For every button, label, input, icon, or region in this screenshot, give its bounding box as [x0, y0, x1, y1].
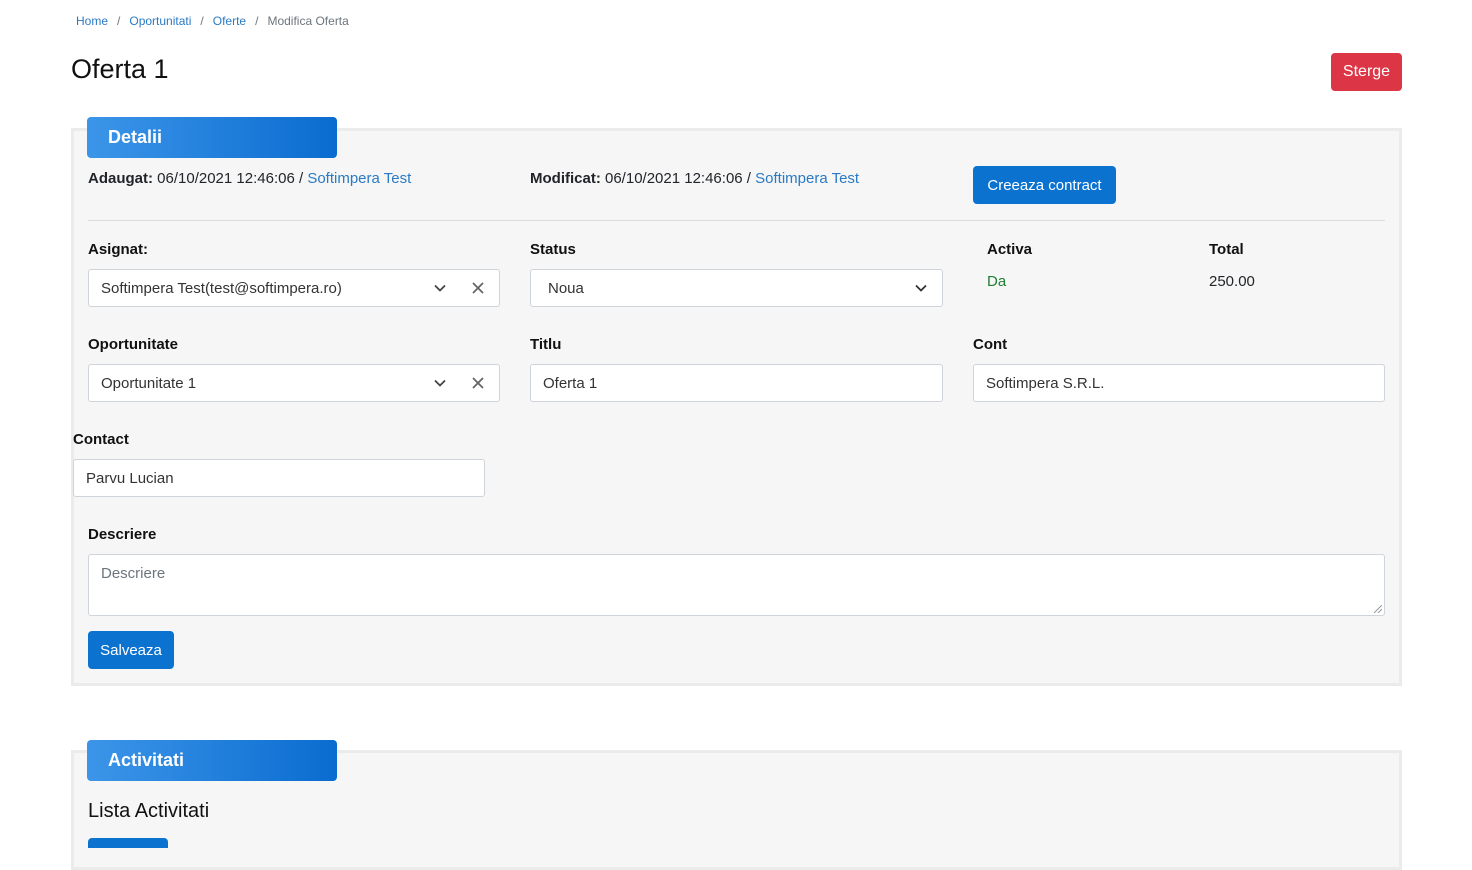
status-value: Noua — [548, 279, 584, 297]
breadcrumb: Home / Oportunitati / Oferte / Modifica … — [76, 14, 349, 28]
create-contract-button[interactable]: Creeaza contract — [973, 166, 1116, 204]
save-button[interactable]: Salveaza — [88, 631, 174, 669]
added-label: Adaugat: — [88, 170, 153, 187]
opportunity-label: Oportunitate — [88, 336, 178, 353]
description-label: Descriere — [88, 526, 157, 543]
chevron-down-icon — [912, 279, 930, 297]
assigned-label: Asignat: — [88, 241, 148, 258]
breadcrumb-separator: / — [117, 14, 121, 28]
account-input-value: Softimpera S.R.L. — [986, 374, 1105, 392]
delete-button[interactable]: Sterge — [1331, 53, 1402, 91]
breadcrumb-home[interactable]: Home — [76, 14, 108, 28]
status-label: Status — [530, 241, 576, 258]
assigned-value: Softimpera Test(test@softimpera.ro) — [101, 279, 342, 297]
breadcrumb-current: Modifica Oferta — [267, 14, 349, 28]
activities-header: Activitati — [87, 740, 337, 781]
title-input[interactable]: Oferta 1 — [530, 364, 943, 402]
resize-grip-icon[interactable] — [1374, 605, 1382, 613]
added-user-link[interactable]: Softimpera Test — [307, 170, 411, 187]
breadcrumb-separator: / — [200, 14, 204, 28]
page-title: Oferta 1 — [71, 54, 169, 84]
opportunity-select[interactable]: Oportunitate 1 — [88, 364, 500, 402]
opportunity-value: Oportunitate 1 — [101, 374, 197, 392]
total-label: Total — [1209, 241, 1244, 258]
chevron-down-icon[interactable] — [431, 279, 449, 297]
breadcrumb-oferte[interactable]: Oferte — [213, 14, 246, 28]
chevron-down-icon[interactable] — [431, 374, 449, 392]
contact-input[interactable]: Parvu Lucian — [73, 459, 485, 497]
details-header: Detalii — [87, 117, 337, 158]
added-value: 06/10/2021 12:46:06 / — [157, 170, 304, 187]
modified-value: 06/10/2021 12:46:06 / — [605, 170, 751, 187]
modified-user-link[interactable]: Softimpera Test — [755, 170, 859, 187]
active-label: Activa — [987, 241, 1033, 258]
clear-icon[interactable] — [469, 279, 487, 297]
assigned-select[interactable]: Softimpera Test(test@softimpera.ro) — [88, 269, 500, 307]
description-placeholder: Descriere — [101, 565, 166, 582]
description-textarea[interactable]: Descriere — [88, 554, 1385, 616]
contact-label: Contact — [73, 431, 129, 448]
clear-icon[interactable] — [469, 374, 487, 392]
activities-list-title: Lista Activitati — [88, 800, 210, 822]
breadcrumb-oportunitati[interactable]: Oportunitati — [129, 14, 191, 28]
status-select[interactable]: Noua — [530, 269, 943, 307]
total-value: 250.00 — [1209, 273, 1255, 290]
title-label: Titlu — [530, 336, 562, 353]
add-activity-button[interactable] — [88, 838, 168, 848]
account-input[interactable]: Softimpera S.R.L. — [973, 364, 1385, 402]
added-info: Adaugat: 06/10/2021 12:46:06 / Softimper… — [88, 170, 411, 187]
title-input-value: Oferta 1 — [543, 374, 598, 392]
active-value: Da — [987, 273, 1007, 290]
modified-info: Modificat: 06/10/2021 12:46:06 / Softimp… — [530, 170, 859, 187]
contact-input-value: Parvu Lucian — [86, 469, 174, 487]
account-label: Cont — [973, 336, 1008, 353]
modified-label: Modificat: — [530, 170, 601, 187]
details-divider — [88, 220, 1385, 221]
breadcrumb-separator: / — [255, 14, 259, 28]
